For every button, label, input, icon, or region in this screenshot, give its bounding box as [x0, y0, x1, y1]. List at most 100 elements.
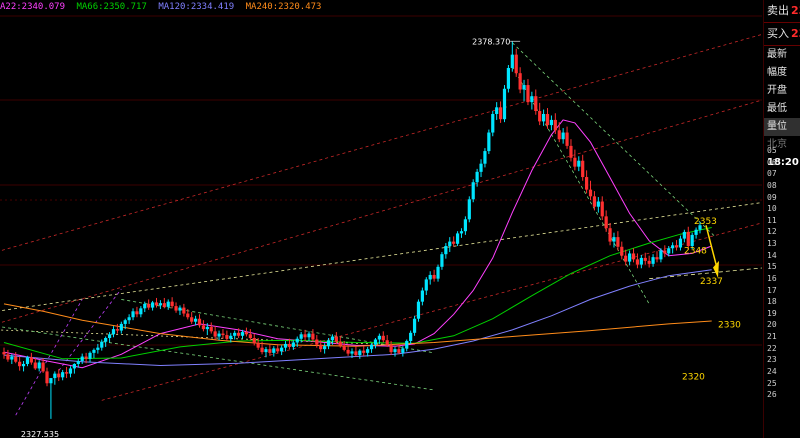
- candle-body: [205, 326, 209, 330]
- candle-body: [37, 362, 41, 369]
- minute-tick: 11: [767, 215, 777, 225]
- candle-body: [432, 274, 436, 279]
- candle-body: [506, 67, 511, 89]
- minute-tick: 22: [767, 343, 777, 353]
- candle-body: [170, 301, 174, 307]
- candle-body: [104, 338, 108, 342]
- minute-tick: 23: [767, 355, 777, 365]
- candle-body: [92, 349, 96, 353]
- candle-body: [68, 368, 73, 374]
- minute-tick: 18: [767, 297, 777, 307]
- candle-body: [471, 182, 475, 200]
- candle-body: [409, 332, 413, 341]
- minute-tick: 19: [767, 308, 777, 318]
- candle-body: [397, 349, 401, 353]
- candle-body: [240, 332, 245, 336]
- candle-body: [381, 335, 385, 341]
- candle-body: [10, 356, 14, 360]
- candle-body: [377, 335, 381, 340]
- candle-body: [186, 313, 190, 318]
- candle-body: [18, 361, 22, 367]
- candle-body: [545, 113, 550, 126]
- candle-body: [319, 344, 323, 350]
- minute-tick: 12: [767, 227, 777, 237]
- change-label: 幅度: [767, 67, 787, 78]
- candle-body: [455, 233, 460, 244]
- candle-body: [463, 219, 467, 232]
- ma240-line: [3, 303, 712, 347]
- candle-body: [107, 334, 112, 339]
- candle-body: [690, 234, 694, 247]
- candle-body: [635, 259, 640, 265]
- candle-body: [334, 336, 338, 342]
- candle-body: [190, 317, 194, 322]
- candle-body: [307, 333, 311, 338]
- buy-value: 23: [791, 27, 800, 40]
- low-label: 最低: [767, 103, 787, 114]
- candle-body: [201, 325, 206, 330]
- candle-body: [561, 132, 565, 140]
- level-label-2353: 2353: [694, 217, 717, 227]
- candle-body: [354, 351, 358, 356]
- candle-body: [311, 333, 315, 340]
- candle-body: [491, 113, 495, 133]
- ma66-label: MA66:2350.717: [76, 2, 147, 12]
- minute-tick: 14: [767, 250, 777, 260]
- candle-body: [624, 255, 628, 262]
- candle-body: [401, 348, 405, 353]
- candle-body: [526, 85, 530, 103]
- sell-value: 23: [791, 4, 800, 17]
- candle-body: [338, 341, 342, 346]
- low-price-label: 2327.535: [21, 430, 59, 438]
- candle-body: [64, 372, 69, 374]
- candle-body: [182, 307, 186, 314]
- candle-body: [41, 362, 45, 372]
- candle-body: [694, 229, 698, 235]
- buy-quote[interactable]: 买入23: [764, 23, 800, 46]
- candle-body: [651, 257, 655, 264]
- minute-tick: 16: [767, 273, 777, 283]
- candle-body: [225, 335, 229, 339]
- minute-tick: 05: [767, 146, 777, 155]
- candle-body: [272, 348, 276, 353]
- candle-body: [604, 216, 608, 229]
- candle-body: [2, 352, 6, 355]
- candle-body: [444, 246, 448, 255]
- level-label-2337: 2337: [700, 277, 723, 287]
- sell-quote[interactable]: 卖出23: [764, 0, 800, 23]
- candle-body: [14, 356, 18, 362]
- minute-tick: 08: [767, 180, 777, 190]
- candle-body: [557, 130, 561, 140]
- candle-body: [428, 274, 432, 280]
- candle-body: [80, 356, 84, 362]
- kline-chart[interactable]: 2378.370 2327.535 2353 2348 2337 2330 2320: [0, 0, 762, 438]
- candle-body: [295, 338, 299, 343]
- ma120-line: [3, 269, 712, 367]
- candle-body: [131, 311, 135, 318]
- candle-body: [100, 341, 104, 348]
- ma-legend: A22:2340.079 MA66:2350.717 MA120:2334.41…: [0, 2, 327, 16]
- level-label-2330: 2330: [718, 321, 741, 331]
- candle-body: [573, 157, 577, 167]
- candle-body: [424, 279, 428, 291]
- candle-body: [154, 302, 159, 306]
- candle-body: [283, 343, 288, 348]
- minute-tick: 06: [767, 157, 777, 167]
- candle-body: [315, 339, 319, 345]
- candle-body: [514, 54, 518, 74]
- candle-body: [385, 340, 389, 345]
- candle-body: [350, 351, 354, 354]
- candle-body: [448, 241, 452, 247]
- candle-body: [600, 201, 604, 217]
- candle-body: [25, 357, 30, 364]
- candle-body: [608, 228, 612, 242]
- candle-body: [674, 245, 679, 248]
- volume-label: 量位: [764, 118, 800, 136]
- candle-body: [475, 171, 479, 183]
- candle-body: [569, 145, 573, 158]
- candle-body: [362, 350, 366, 353]
- candle-body: [326, 340, 331, 347]
- candle-body: [84, 356, 88, 359]
- candle-body: [498, 107, 503, 120]
- candle-body: [197, 318, 202, 326]
